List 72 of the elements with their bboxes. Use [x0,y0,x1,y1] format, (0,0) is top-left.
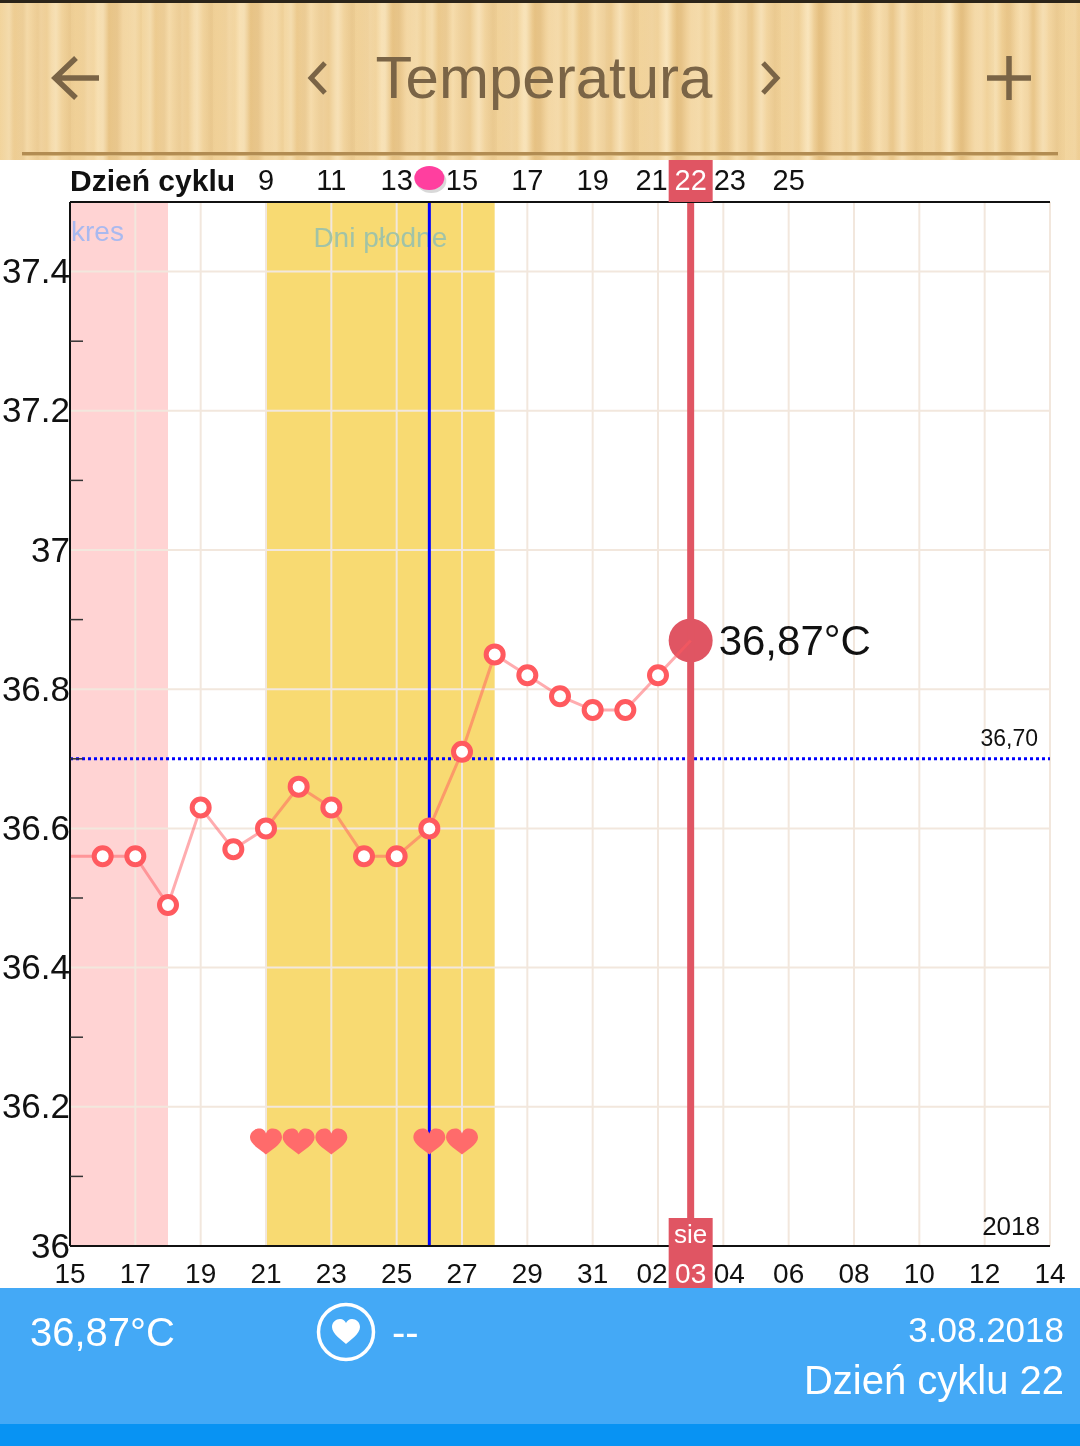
data-point [549,685,571,708]
date-label: 27 [446,1257,478,1288]
data-point [222,838,245,861]
y-axis-label: 36.4 [1,947,70,987]
y-axis-label: 37 [31,529,70,569]
data-point [287,775,310,798]
y-axis-label: 36.6 [1,807,70,847]
data-point [189,796,212,819]
current-point [668,618,713,663]
date-tag: sie 03 [668,1218,713,1288]
cycle-day-label: 17 [511,164,544,196]
data-point [418,817,441,840]
y-axis-label: 37.4 [1,251,70,291]
chevron-right-icon[interactable] [760,59,783,96]
cycle-day-tag: 22 [668,160,713,202]
x2-tick-label: 22 [674,164,707,196]
data-point [385,845,408,868]
cycle-day-label: 21 [635,164,668,196]
data-point [581,699,604,722]
date-label: 08 [838,1257,870,1288]
date-label: 21 [250,1257,282,1288]
cycle-day-label: 19 [576,164,609,196]
plus-icon[interactable] [986,54,1032,101]
cycle-day-label: 11 [316,164,347,196]
date-label: 02 [636,1257,668,1288]
cycle-day-label: 13 [380,164,413,196]
heart-circle-icon[interactable] [316,1302,376,1362]
data-point [451,740,473,763]
year-label: 2018 [982,1211,1040,1241]
date-label: 19 [185,1257,217,1288]
data-point [157,893,179,916]
date-label: 06 [773,1257,805,1288]
date-label: 31 [577,1257,609,1288]
current-value-label: 36,87°C [718,617,871,664]
data-point [255,817,277,840]
x-tick-label: 03 [675,1257,707,1289]
chevron-left-icon[interactable] [305,59,328,96]
data-point [483,643,506,666]
date-label: 04 [713,1257,745,1288]
cycle-day-text: Dzień cyklu 22 [803,1360,1064,1400]
date-label: 29 [511,1257,543,1288]
date-label: 23 [315,1257,347,1288]
data-point [516,664,539,687]
date-label: 12 [969,1257,1001,1288]
cycle-day-label: 25 [772,164,805,196]
cycle-day-axis-title: Dzień cyklu [70,163,236,197]
data-point [91,845,114,868]
y-axis-label: 37.2 [1,390,70,430]
back-arrow-icon[interactable] [50,53,102,102]
cycle-day-label: 15 [445,164,479,196]
date-label: 25 [381,1257,413,1288]
ref-line-label: sie [674,1219,708,1249]
data-point [614,699,637,722]
band-label: kres [71,215,124,247]
data-point [647,664,669,687]
date-label: 17 [119,1257,151,1288]
screen-title: Temperatura [375,47,713,108]
date-text: 3.08.2018 [908,1312,1064,1347]
dot-icon [414,166,447,193]
intercourse-value: -- [392,1312,419,1352]
data-point [353,845,375,868]
cycle-day-label: 9 [257,164,275,196]
y-axis-label: 36.2 [1,1086,70,1126]
cycle-day-label: 23 [713,164,746,196]
date-label: 14 [1034,1257,1066,1288]
data-point [320,796,343,819]
date-label: 10 [903,1257,935,1288]
coverline-value: 36,70 [980,724,1038,751]
data-point [124,845,147,868]
y-axis-label: 36.8 [1,668,70,708]
temperature-value: 36,87°C [30,1312,176,1352]
cursor-line[interactable] [687,202,695,1218]
